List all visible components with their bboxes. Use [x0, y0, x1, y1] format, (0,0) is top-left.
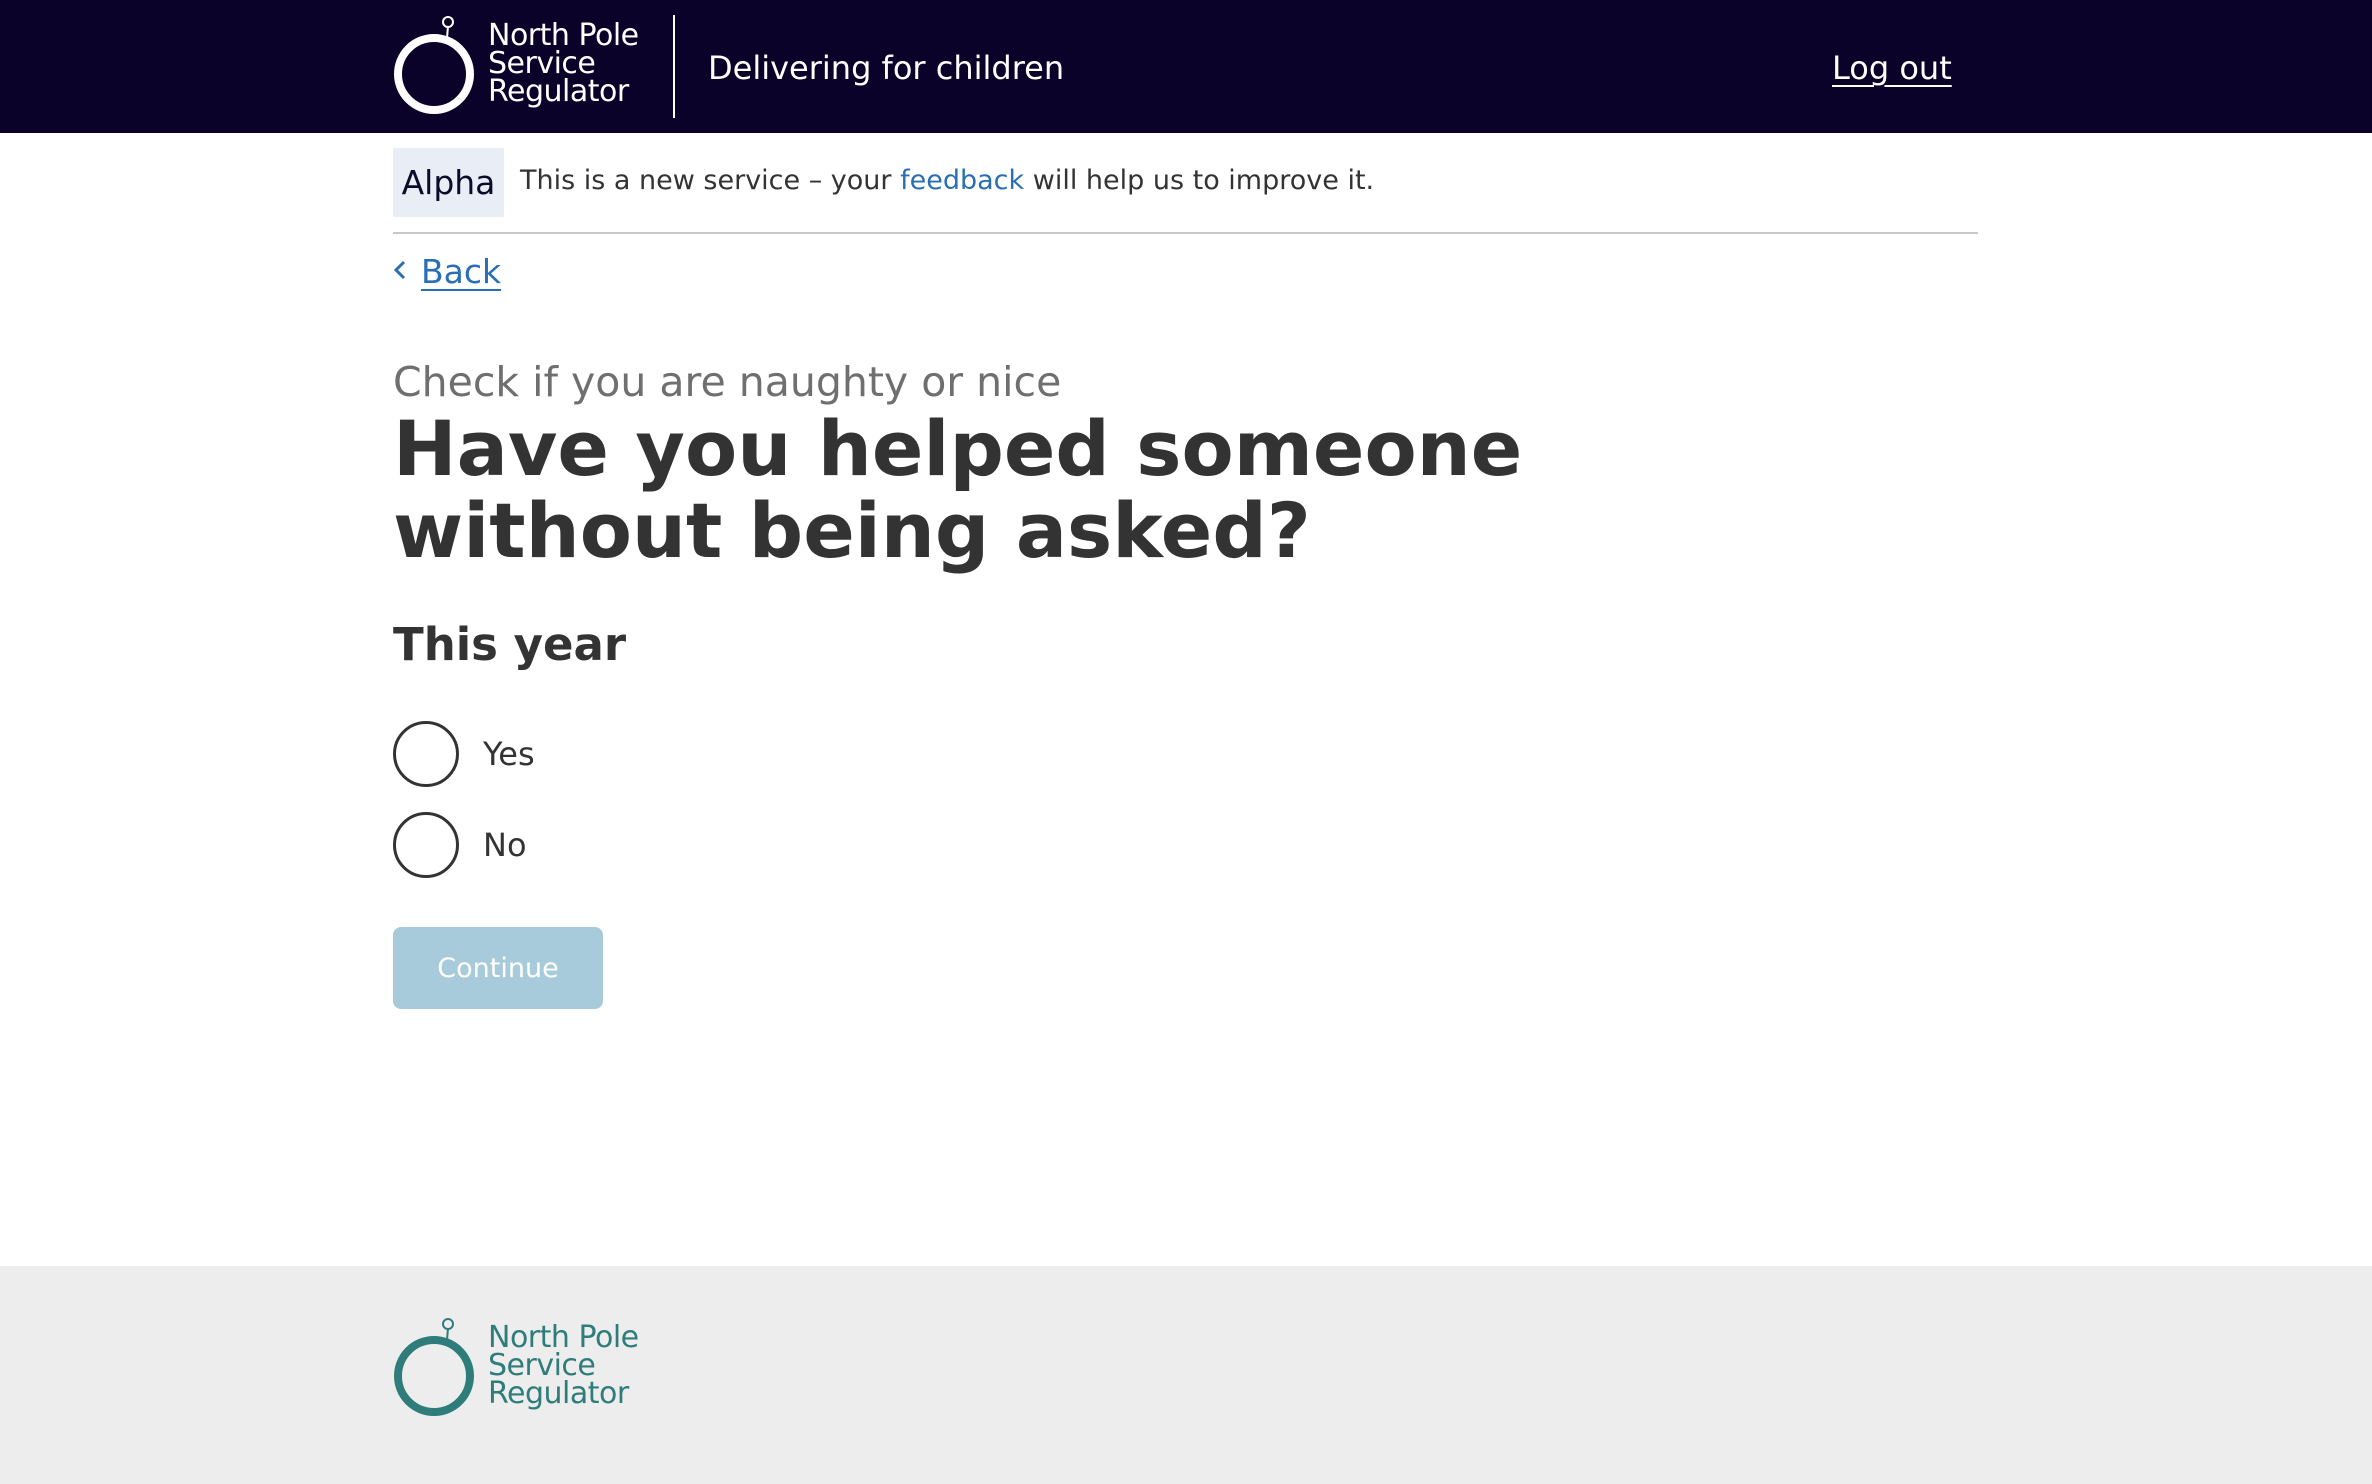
back-link[interactable]: Back [393, 250, 501, 294]
phase-tag: Alpha [393, 148, 504, 217]
radio-option-no[interactable]: No [393, 812, 527, 878]
chevron-left-icon [393, 259, 407, 285]
continue-button[interactable]: Continue [393, 927, 603, 1009]
page-caption: Check if you are naughty or nice [393, 358, 1062, 406]
logo-line: Regulator [488, 74, 629, 109]
service-name[interactable]: Delivering for children [708, 46, 1064, 90]
header-divider [673, 15, 675, 118]
radio-label-yes[interactable]: Yes [483, 732, 535, 776]
logo-ring-icon [394, 1316, 478, 1416]
footer-logo[interactable]: North Pole Service Regulator [394, 1316, 639, 1416]
page-title: Have you helped someone without being as… [393, 404, 1523, 575]
site-footer: North Pole Service Regulator [0, 1266, 2372, 1484]
phase-banner-text: This is a new service – your feedback wi… [520, 163, 1374, 199]
radio-option-yes[interactable]: Yes [393, 721, 535, 787]
logo-wordmark: North Pole Service Regulator [488, 21, 639, 109]
phase-text-before: This is a new service – your [520, 165, 892, 196]
radio-button-yes[interactable] [393, 721, 459, 787]
radio-label-no[interactable]: No [483, 823, 527, 867]
back-link-label: Back [421, 252, 502, 291]
logo-line: Regulator [488, 1376, 629, 1411]
logo-wordmark: North Pole Service Regulator [488, 1323, 639, 1411]
site-header: North Pole Service Regulator Delivering … [0, 0, 2372, 133]
feedback-link[interactable]: feedback [900, 165, 1024, 196]
logout-link[interactable]: Log out [1832, 46, 1952, 90]
phase-text-after: will help us to improve it. [1032, 165, 1375, 196]
radio-button-no[interactable] [393, 812, 459, 878]
fieldset-legend: This year [393, 618, 627, 671]
phase-banner: Alpha This is a new service – your feedb… [393, 148, 1978, 234]
header-logo[interactable]: North Pole Service Regulator [394, 14, 639, 114]
logo-ring-icon [394, 14, 478, 114]
